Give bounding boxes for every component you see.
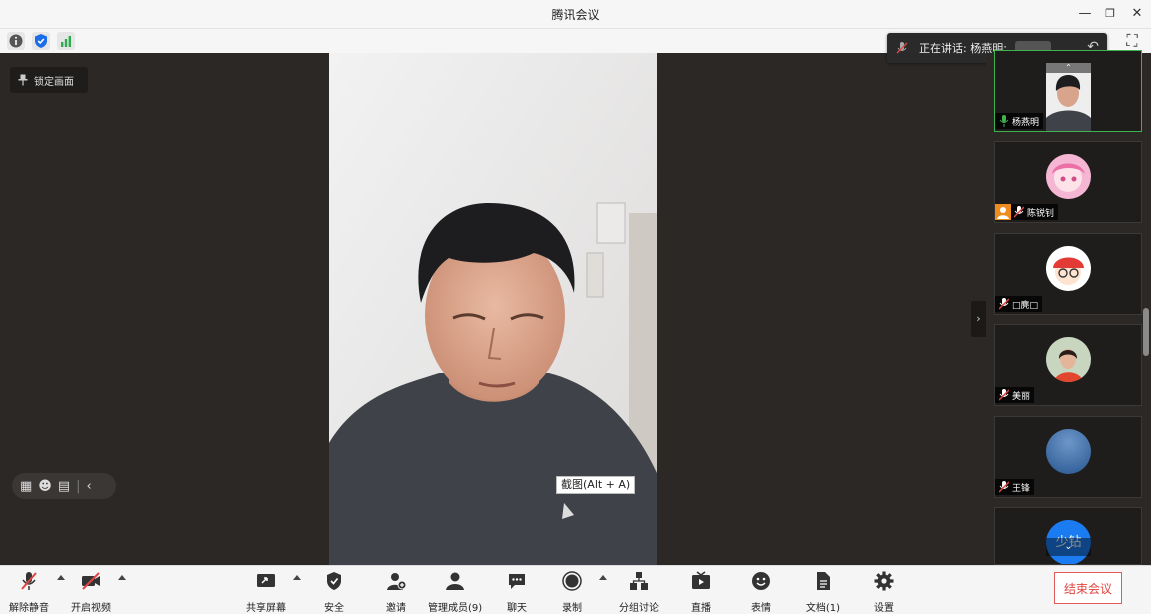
share-screen-label: 共享屏幕 bbox=[246, 603, 286, 614]
pin-icon bbox=[18, 74, 28, 86]
end-meeting-button[interactable]: 结束会议 bbox=[1054, 572, 1122, 604]
collapse-chevron-left-icon[interactable]: ‹ bbox=[87, 479, 92, 494]
chat-bubble-icon bbox=[509, 574, 525, 589]
members-icon bbox=[446, 572, 464, 590]
participant-name: 杨燕明 bbox=[1012, 117, 1040, 128]
participant-namebar: 陈锐钊 bbox=[995, 204, 1059, 220]
video-off-icon bbox=[82, 572, 100, 590]
audio-options-caret-icon[interactable] bbox=[57, 575, 65, 580]
invite-button[interactable]: 邀请 bbox=[380, 570, 412, 614]
muted-mic-icon bbox=[999, 481, 1009, 493]
participant-name: 王锋 bbox=[1012, 483, 1031, 494]
participant-name: □麂□ bbox=[1012, 300, 1039, 311]
signal-strength-icon[interactable] bbox=[57, 32, 75, 50]
muted-mic-icon bbox=[896, 42, 908, 54]
share-screen-icon bbox=[257, 574, 275, 587]
reactions-label: 表情 bbox=[751, 603, 771, 614]
layout-switch-icon[interactable]: ▦ bbox=[20, 479, 32, 494]
chat-button[interactable]: 聊天 bbox=[501, 570, 533, 614]
unmute-button[interactable]: 解除静音 bbox=[8, 570, 50, 614]
participant-tile[interactable]: 陈锐钊 bbox=[994, 141, 1142, 223]
participant-tile[interactable]: □麂□ bbox=[994, 233, 1142, 315]
subtitles-icon[interactable]: ▤ bbox=[58, 479, 70, 494]
gallery-scrollbar[interactable] bbox=[1143, 308, 1149, 356]
settings-button[interactable]: 设置 bbox=[868, 570, 900, 614]
muted-mic-icon bbox=[999, 389, 1009, 401]
manage-members-label: 管理成员(9) bbox=[428, 603, 483, 614]
unmute-label: 解除静音 bbox=[9, 603, 49, 614]
record-button[interactable]: 录制 bbox=[556, 570, 588, 614]
muted-mic-icon bbox=[1014, 206, 1024, 218]
security-button[interactable]: 安全 bbox=[318, 570, 350, 614]
participant-namebar: 王锋 bbox=[995, 479, 1035, 495]
mic-on-icon bbox=[999, 115, 1009, 127]
gallery-toggle-chevron-right-icon[interactable]: › bbox=[971, 301, 986, 337]
smiley-icon bbox=[752, 572, 770, 590]
breakout-label: 分组讨论 bbox=[619, 603, 659, 614]
tile-collapse-icon[interactable]: ⌃ bbox=[1046, 63, 1091, 73]
participant-namebar: □麂□ bbox=[995, 296, 1043, 312]
bottom-toolbar: 解除静音 开启视频 共享屏幕 安全 邀请 管理成员(9) 聊天 录制 分组讨论 … bbox=[0, 565, 1151, 614]
participant-namebar: 美丽 bbox=[995, 387, 1035, 403]
live-label: 直播 bbox=[691, 603, 711, 614]
shield-icon bbox=[327, 572, 341, 590]
muted-mic-icon bbox=[999, 298, 1009, 310]
live-stream-icon bbox=[692, 571, 710, 589]
participant-avatar bbox=[1046, 154, 1091, 199]
share-screen-button[interactable]: 共享屏幕 bbox=[245, 570, 287, 614]
security-shield-icon[interactable] bbox=[32, 32, 50, 50]
emoji-icon[interactable]: ☻ bbox=[38, 479, 52, 494]
participant-tile[interactable]: 少钻 ⌄ bbox=[994, 507, 1142, 565]
breakout-button[interactable]: 分组讨论 bbox=[618, 570, 660, 614]
video-options-caret-icon[interactable] bbox=[118, 575, 126, 580]
start-video-label: 开启视频 bbox=[71, 603, 111, 614]
chat-label: 聊天 bbox=[507, 603, 527, 614]
start-video-button[interactable]: 开启视频 bbox=[70, 570, 112, 614]
invite-user-icon bbox=[387, 573, 407, 590]
screenshot-tooltip: 截图(Alt + A) bbox=[556, 476, 636, 494]
document-icon bbox=[817, 572, 830, 590]
record-icon bbox=[562, 571, 582, 591]
invite-label: 邀请 bbox=[386, 603, 406, 614]
share-options-caret-icon[interactable] bbox=[293, 575, 301, 580]
participant-name: 美丽 bbox=[1012, 391, 1031, 402]
fullscreen-icon[interactable]: ⛶ bbox=[1121, 30, 1143, 52]
docs-label: 文档(1) bbox=[805, 603, 841, 614]
participant-tile[interactable]: ⌃ 杨燕明 bbox=[994, 50, 1142, 132]
docs-button[interactable]: 文档(1) bbox=[803, 570, 843, 614]
record-label: 录制 bbox=[562, 603, 582, 614]
lock-view-button[interactable]: 锁定画面 bbox=[10, 67, 88, 93]
breakout-rooms-icon bbox=[630, 572, 648, 590]
participant-tile[interactable]: 王锋 bbox=[994, 416, 1142, 498]
live-button[interactable]: 直播 bbox=[685, 570, 717, 614]
title-bar: 腾讯会议 — ❐ ✕ bbox=[0, 0, 1151, 29]
muted-mic-icon bbox=[21, 572, 37, 590]
participant-avatar bbox=[1046, 337, 1091, 382]
participant-tile[interactable]: 美丽 bbox=[994, 324, 1142, 406]
close-button[interactable]: ✕ bbox=[1126, 4, 1148, 24]
window-title: 腾讯会议 bbox=[551, 8, 600, 22]
view-controls: ▦ ☻ ▤ | ‹ bbox=[12, 473, 116, 499]
security-label: 安全 bbox=[324, 603, 344, 614]
restore-button[interactable]: ❐ bbox=[1099, 4, 1121, 24]
reactions-button[interactable]: 表情 bbox=[745, 570, 777, 614]
host-badge-icon bbox=[995, 204, 1011, 220]
participant-name: 陈锐钊 bbox=[1027, 208, 1055, 219]
scroll-down-chevron-icon[interactable]: ⌄ bbox=[1046, 538, 1091, 556]
participant-avatar bbox=[1046, 429, 1091, 474]
manage-members-button[interactable]: 管理成员(9) bbox=[428, 570, 482, 614]
participant-namebar: 杨燕明 bbox=[995, 113, 1044, 129]
minimize-button[interactable]: — bbox=[1074, 4, 1096, 24]
gear-icon bbox=[874, 571, 894, 591]
settings-label: 设置 bbox=[874, 603, 894, 614]
participant-video-thumb bbox=[1046, 63, 1091, 131]
participant-avatar bbox=[1046, 246, 1091, 291]
lock-view-label: 锁定画面 bbox=[34, 76, 74, 88]
record-options-caret-icon[interactable] bbox=[599, 575, 607, 580]
info-icon[interactable] bbox=[7, 32, 25, 50]
